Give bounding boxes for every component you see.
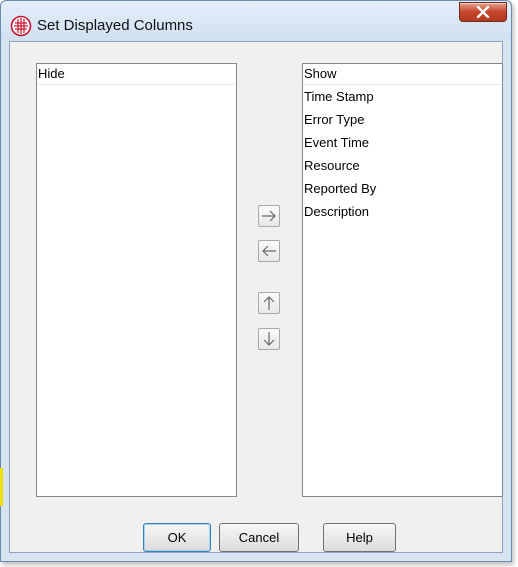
globe-grid-icon — [10, 15, 32, 37]
move-right-button[interactable] — [258, 205, 280, 227]
list-item[interactable]: Description — [303, 200, 502, 223]
move-down-button[interactable] — [258, 328, 280, 350]
move-up-button[interactable] — [258, 292, 280, 314]
list-item[interactable]: Time Stamp — [303, 85, 502, 108]
title-bar: Set Displayed Columns — [1, 1, 511, 41]
list-item[interactable]: Event Time — [303, 131, 502, 154]
arrow-left-icon — [262, 245, 276, 257]
dialog-title: Set Displayed Columns — [37, 17, 193, 34]
close-x-icon — [476, 6, 490, 18]
help-button[interactable]: Help — [323, 523, 396, 552]
list-item[interactable]: Reported By — [303, 177, 502, 200]
show-columns-list[interactable]: Show Time Stamp Error Type Event Time Re… — [302, 63, 503, 497]
move-left-button[interactable] — [258, 240, 280, 262]
dialog-content: Hide Show Time Stamp Error Type Event Ti… — [9, 41, 503, 553]
arrow-right-icon — [262, 210, 276, 222]
close-button[interactable] — [459, 2, 507, 22]
list-item[interactable]: Resource — [303, 154, 502, 177]
hide-columns-list[interactable]: Hide — [36, 63, 237, 497]
show-list-header: Show — [303, 64, 502, 85]
arrow-up-icon — [263, 296, 275, 310]
list-item[interactable]: Error Type — [303, 108, 502, 131]
cancel-button[interactable]: Cancel — [219, 523, 299, 552]
ok-button[interactable]: OK — [143, 523, 211, 552]
arrow-down-icon — [263, 332, 275, 346]
hide-list-header: Hide — [37, 64, 236, 85]
edge-highlight — [0, 468, 3, 506]
set-displayed-columns-dialog: Set Displayed Columns Hide Show Time Sta… — [0, 0, 512, 562]
